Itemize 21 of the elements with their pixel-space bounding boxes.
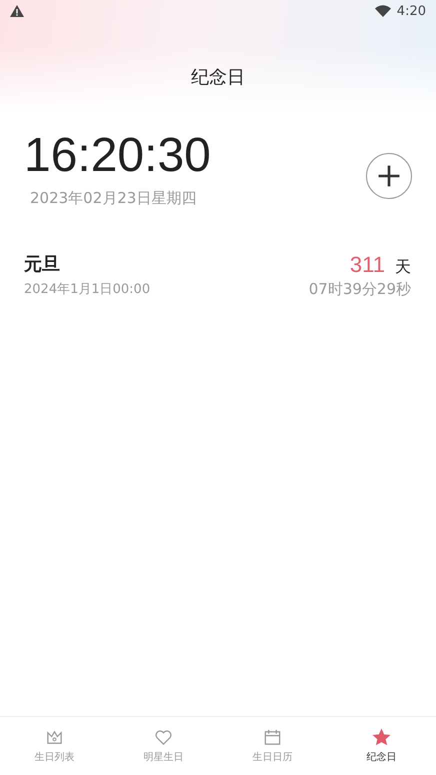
wifi-icon — [374, 5, 391, 17]
clock-time: 16:20:30 — [24, 130, 211, 183]
add-button[interactable] — [366, 153, 412, 199]
page-title: 纪念日 — [190, 66, 246, 89]
nav-tab[interactable]: 纪念日 — [327, 717, 436, 775]
event-name: 元旦 — [24, 252, 61, 276]
days-unit: 天 — [395, 256, 411, 278]
status-time: 4:20 — [396, 4, 426, 18]
remaining-time: 07时39分29秒 — [308, 280, 411, 299]
crown-icon — [45, 728, 64, 747]
star-icon — [372, 728, 391, 747]
heart-icon — [154, 728, 173, 747]
nav-tab[interactable]: 明星生日 — [109, 717, 218, 775]
clock-date: 2023年02月23日星期四 — [30, 188, 198, 208]
nav-tab[interactable]: 生日日历 — [218, 717, 327, 775]
plus-icon — [376, 163, 402, 189]
days-count: 311 — [350, 252, 385, 278]
event-date: 2024年1月1日00:00 — [24, 280, 150, 298]
nav-tab[interactable]: 生日列表 — [0, 717, 109, 775]
calendar-icon — [263, 728, 282, 747]
warning-icon — [10, 5, 24, 17]
